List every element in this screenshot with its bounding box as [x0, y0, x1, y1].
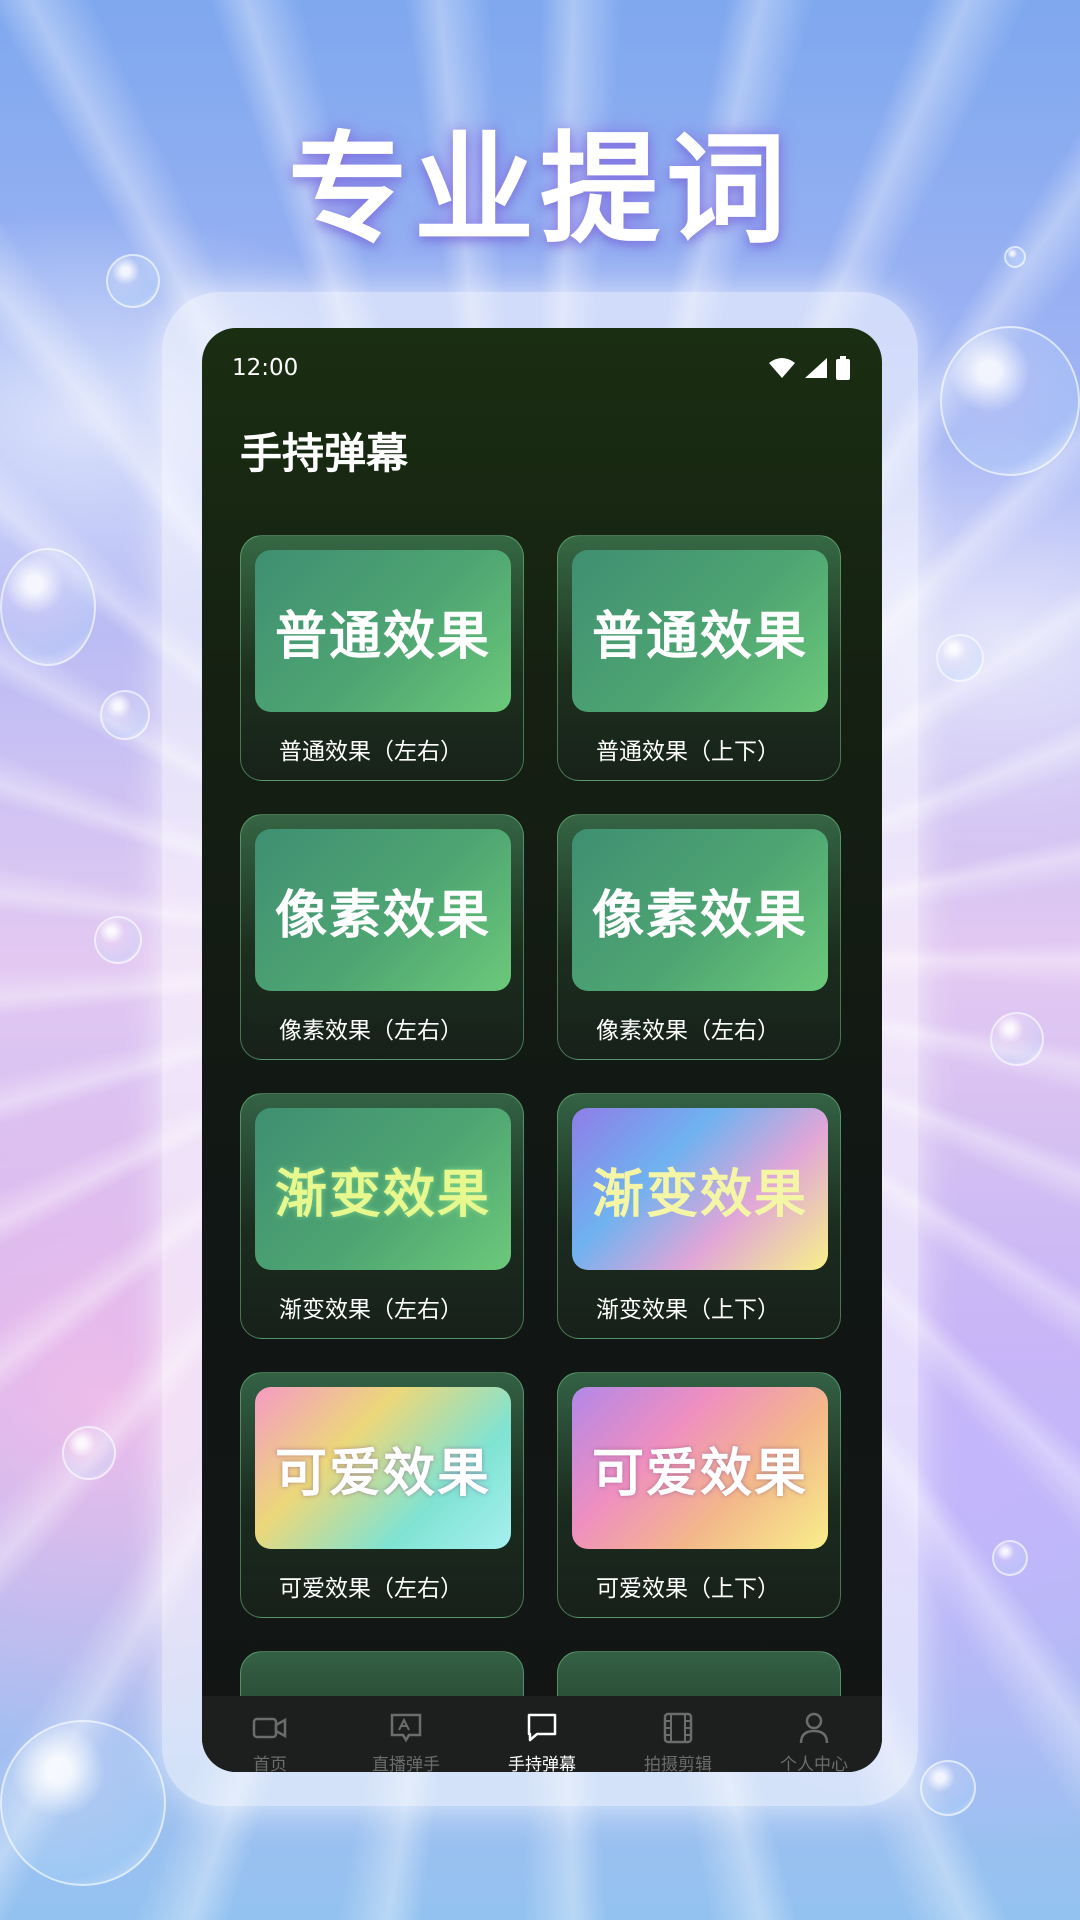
bubble	[94, 916, 142, 964]
effect-label: 像素效果（左右）	[596, 1018, 780, 1044]
status-bar: 12:00	[202, 328, 882, 408]
nav-item-profile[interactable]: 个人中心	[749, 1710, 879, 1772]
bottom-nav: 首页 直播弹手 手持弹幕 拍摄剪辑 个人中心	[202, 1696, 882, 1772]
effect-preview: 普通效果	[572, 550, 828, 712]
chat-bubble-icon	[524, 1710, 560, 1746]
effect-preview: 可爱效果	[572, 1387, 828, 1549]
nav-label: 直播弹手	[372, 1755, 440, 1772]
nav-label: 手持弹幕	[508, 1755, 576, 1772]
nav-label: 个人中心	[780, 1755, 848, 1772]
bubble	[940, 326, 1080, 476]
bubble	[990, 1012, 1044, 1066]
signal-icon	[805, 358, 827, 378]
effect-card-pixel-horizontal-2[interactable]: 像素效果 像素效果（左右）	[557, 814, 841, 1060]
battery-icon	[836, 356, 850, 380]
nav-label: 拍摄剪辑	[644, 1755, 712, 1772]
bubble	[0, 1720, 166, 1886]
effect-preview: 像素效果	[572, 829, 828, 991]
effect-label: 普通效果（上下）	[596, 739, 780, 765]
effect-card-gradient-horizontal[interactable]: 渐变效果 渐变效果（左右）	[240, 1093, 524, 1339]
effect-label: 渐变效果（左右）	[279, 1297, 463, 1323]
message-text-icon	[388, 1710, 424, 1746]
effect-preview: 像素效果	[255, 829, 511, 991]
effect-card-pixel-horizontal[interactable]: 像素效果 像素效果（左右）	[240, 814, 524, 1060]
effect-card-normal-vertical[interactable]: 普通效果 普通效果（上下）	[557, 535, 841, 781]
nav-item-home[interactable]: 首页	[205, 1710, 335, 1772]
app-screen: 12:00 手持弹幕 普通效果 普通效果（左右） 普通效果 普通效果（上下） 像…	[202, 328, 882, 1772]
status-time: 12:00	[232, 355, 299, 381]
effect-card-gradient-vertical[interactable]: 渐变效果 渐变效果（上下）	[557, 1093, 841, 1339]
page-title: 手持弹幕	[240, 429, 409, 478]
effect-card-cute-vertical[interactable]: 可爱效果 可爱效果（上下）	[557, 1372, 841, 1618]
effect-card-cute-horizontal[interactable]: 可爱效果 可爱效果（左右）	[240, 1372, 524, 1618]
effect-preview: 普通效果	[255, 550, 511, 712]
nav-label: 首页	[253, 1755, 287, 1772]
effect-label: 渐变效果（上下）	[596, 1297, 780, 1323]
film-icon	[660, 1710, 696, 1746]
effect-preview: 可爱效果	[255, 1387, 511, 1549]
nav-item-shooting-editing[interactable]: 拍摄剪辑	[613, 1710, 743, 1772]
effect-label: 可爱效果（上下）	[596, 1576, 780, 1602]
bubble	[920, 1760, 976, 1816]
effect-preview: 渐变效果	[572, 1108, 828, 1270]
status-icons	[768, 356, 850, 380]
promo-headline: 专业提词	[288, 121, 792, 260]
effect-preview: 渐变效果	[255, 1108, 511, 1270]
bubble	[62, 1426, 116, 1480]
effect-card-normal-horizontal[interactable]: 普通效果 普通效果（左右）	[240, 535, 524, 781]
effect-label: 像素效果（左右）	[279, 1018, 463, 1044]
nav-item-live-danmaku[interactable]: 直播弹手	[341, 1710, 471, 1772]
person-icon	[796, 1710, 832, 1746]
nav-item-handheld-danmaku[interactable]: 手持弹幕	[477, 1710, 607, 1772]
bubble	[0, 548, 96, 666]
bubble	[992, 1540, 1028, 1576]
bubble	[936, 634, 984, 682]
effect-label: 可爱效果（左右）	[279, 1576, 463, 1602]
video-camera-icon	[252, 1710, 288, 1746]
bubble	[100, 690, 150, 740]
effect-label: 普通效果（左右）	[279, 739, 463, 765]
wifi-icon	[769, 358, 795, 378]
